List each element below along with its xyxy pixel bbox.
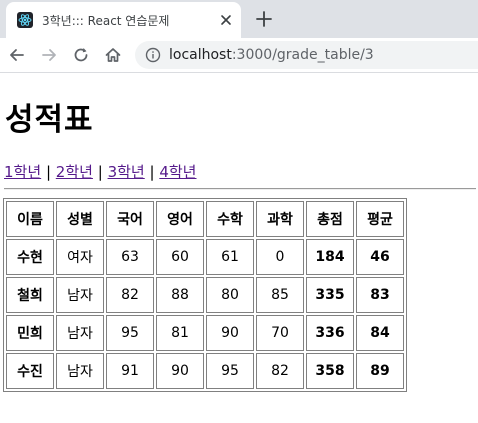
grade-link-4[interactable]: 4학년 [159,163,196,181]
cell-science: 70 [256,315,304,351]
divider [4,188,476,190]
page-title: 성적표 [5,102,94,138]
tab-title: 3학년::: React 연습문제 [42,14,170,28]
cell-english: 60 [156,239,204,275]
table-header-row: 이름 성별 국어 영어 수학 과학 총점 평균 [6,201,404,237]
address-bar[interactable]: localhost:3000/grade_table/3 [135,41,478,69]
close-icon[interactable] [216,10,236,30]
cell-english: 81 [156,315,204,351]
cell-korean: 91 [106,353,154,389]
cell-total: 184 [306,239,354,275]
grade-nav: 1학년 | 2학년 | 3학년 | 4학년 [4,161,197,182]
react-icon [17,12,33,28]
link-separator: | [45,163,51,181]
header-english: 영어 [156,201,204,237]
header-gender: 성별 [56,201,104,237]
header-average: 평균 [356,201,404,237]
header-name: 이름 [6,201,54,237]
cell-math: 95 [206,353,254,389]
cell-gender: 남자 [56,315,104,351]
cell-name: 수현 [6,239,54,275]
home-icon[interactable] [103,45,123,65]
info-icon[interactable] [145,47,161,63]
header-science: 과학 [256,201,304,237]
grade-link-1[interactable]: 1학년 [4,163,41,181]
back-arrow-icon[interactable] [7,45,27,65]
table-row: 수진 남자 91 90 95 82 358 89 [6,353,404,389]
url-host: localhost [169,47,232,63]
cell-average: 84 [356,315,404,351]
cell-science: 0 [256,239,304,275]
cell-average: 83 [356,277,404,313]
cell-average: 46 [356,239,404,275]
browser-tab[interactable]: 3학년::: React 연습문제 [6,2,241,38]
grade-table: 이름 성별 국어 영어 수학 과학 총점 평균 수현 여자 63 60 61 0… [3,198,407,392]
cell-gender: 남자 [56,353,104,389]
cell-gender: 남자 [56,277,104,313]
table-row: 민희 남자 95 81 90 70 336 84 [6,315,404,351]
cell-math: 90 [206,315,254,351]
grade-link-2[interactable]: 2학년 [56,163,93,181]
header-total: 총점 [306,201,354,237]
url-path: :3000/grade_table/3 [231,47,374,63]
cell-total: 335 [306,277,354,313]
cell-name: 민희 [6,315,54,351]
reload-icon[interactable] [71,45,91,65]
cell-science: 82 [256,353,304,389]
url-text: localhost:3000/grade_table/3 [169,47,374,63]
cell-english: 90 [156,353,204,389]
plus-icon[interactable] [253,8,275,30]
cell-total: 336 [306,315,354,351]
tab-strip: 3학년::: React 연습문제 [0,0,478,38]
cell-name: 철희 [6,277,54,313]
browser-toolbar: localhost:3000/grade_table/3 [0,38,478,73]
cell-english: 88 [156,277,204,313]
link-separator: | [149,163,155,181]
cell-average: 89 [356,353,404,389]
cell-science: 85 [256,277,304,313]
cell-total: 358 [306,353,354,389]
grade-link-3[interactable]: 3학년 [108,163,145,181]
table-row: 수현 여자 63 60 61 0 184 46 [6,239,404,275]
cell-gender: 여자 [56,239,104,275]
cell-korean: 82 [106,277,154,313]
header-math: 수학 [206,201,254,237]
cell-name: 수진 [6,353,54,389]
cell-korean: 63 [106,239,154,275]
header-korean: 국어 [106,201,154,237]
cell-math: 80 [206,277,254,313]
link-separator: | [97,163,103,181]
table-row: 철희 남자 82 88 80 85 335 83 [6,277,404,313]
cell-korean: 95 [106,315,154,351]
forward-arrow-icon[interactable] [39,45,59,65]
cell-math: 61 [206,239,254,275]
